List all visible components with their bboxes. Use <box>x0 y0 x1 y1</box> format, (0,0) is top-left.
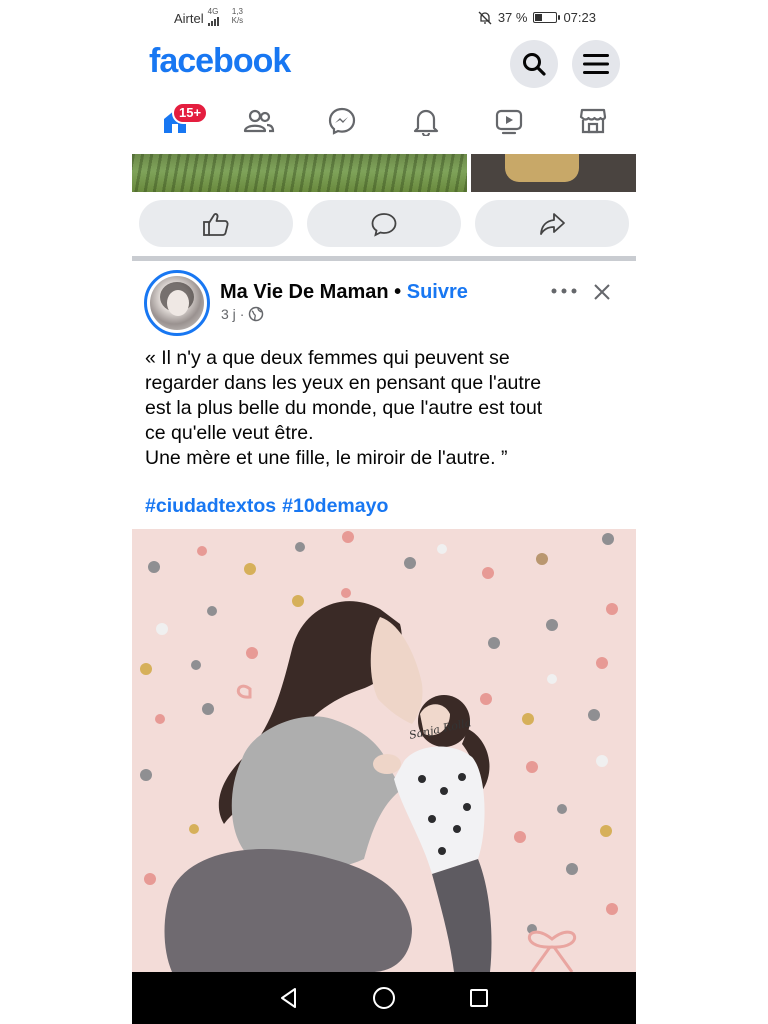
feed-divider <box>132 256 636 261</box>
network-label: 4G <box>207 7 219 16</box>
post-header: Ma Vie De Maman • Suivre <box>220 281 468 304</box>
header-separator: • <box>394 281 402 303</box>
post-time[interactable]: 3 j <box>221 306 236 322</box>
store-icon <box>579 108 607 134</box>
status-left: Airtel 4G 1,3 K/s <box>174 7 243 26</box>
home-circle-icon[interactable] <box>372 986 396 1010</box>
close-icon <box>594 284 610 300</box>
share-button[interactable] <box>475 200 629 247</box>
speed-unit: K/s <box>231 16 244 25</box>
search-button[interactable] <box>510 40 558 88</box>
post-image[interactable]: Sanja Rolla <box>132 529 636 972</box>
battery-icon <box>533 12 561 23</box>
post-meta: 3 j · <box>221 306 264 322</box>
menu-button[interactable] <box>572 40 620 88</box>
bell-muted-icon <box>478 11 492 24</box>
comment-icon <box>371 212 397 237</box>
network-type: 4G <box>207 7 222 26</box>
network-speed: 1,3 K/s <box>232 7 244 25</box>
share-icon <box>540 212 565 235</box>
clock: 07:23 <box>563 10 596 25</box>
like-icon <box>203 212 229 236</box>
video-icon <box>496 109 523 135</box>
hashtag-link[interactable]: #ciudadtextos <box>145 495 276 517</box>
tab-messenger[interactable] <box>320 92 364 150</box>
more-dots-icon <box>551 288 577 294</box>
status-right: 37 % 07:23 <box>478 10 596 25</box>
battery-fill <box>535 14 543 21</box>
messenger-icon <box>329 107 356 135</box>
bell-icon <box>413 109 438 136</box>
previous-post-image-left[interactable] <box>132 154 467 192</box>
meta-separator: · <box>239 306 245 322</box>
system-navigation-bar <box>132 972 636 1024</box>
mother-daughter-illustration: Sanja Rolla <box>132 529 636 972</box>
post-hashtags: #ciudadtextos #10demayo <box>145 495 394 518</box>
tab-marketplace[interactable] <box>571 92 615 150</box>
friends-icon <box>243 109 274 133</box>
phone-screen: Airtel 4G 1,3 K/s 37 % 07:23 facebook 15… <box>132 0 636 1024</box>
notification-badge: 15+ <box>172 102 209 124</box>
more-options-button[interactable] <box>549 278 579 304</box>
tab-watch[interactable] <box>487 92 531 150</box>
tab-notifications[interactable] <box>404 92 448 150</box>
joined-hands <box>373 754 401 774</box>
previous-post-actions <box>132 200 636 248</box>
like-button[interactable] <box>139 200 293 247</box>
signal-icon <box>207 17 219 26</box>
facebook-logo[interactable]: facebook <box>149 42 291 81</box>
comment-button[interactable] <box>307 200 461 247</box>
author-avatar[interactable] <box>144 270 210 336</box>
globe-icon <box>249 306 264 322</box>
avatar-image <box>150 276 204 330</box>
basket-shape <box>505 154 579 182</box>
previous-post-image-right[interactable] <box>471 154 636 192</box>
hashtag-link[interactable]: #10demayo <box>282 495 388 517</box>
back-icon[interactable] <box>277 986 301 1010</box>
follow-button[interactable]: Suivre <box>407 281 468 303</box>
battery-percent: 37 % <box>497 10 528 25</box>
tab-home[interactable]: 15+ <box>153 92 209 150</box>
post-text: « Il n'y a que deux femmes qui peuvent s… <box>145 347 543 469</box>
tab-friends[interactable] <box>237 92 281 150</box>
hamburger-menu-icon <box>583 54 609 74</box>
status-bar: Airtel 4G 1,3 K/s 37 % 07:23 <box>132 0 636 36</box>
speed-value: 1,3 <box>231 7 243 16</box>
recents-square-icon[interactable] <box>467 986 491 1010</box>
carrier-name: Airtel <box>174 11 204 26</box>
author-name[interactable]: Ma Vie De Maman <box>220 281 389 303</box>
main-nav: 15+ <box>132 92 636 150</box>
search-icon <box>523 53 546 76</box>
app-header: facebook <box>132 36 636 92</box>
hide-post-button[interactable] <box>588 278 616 306</box>
